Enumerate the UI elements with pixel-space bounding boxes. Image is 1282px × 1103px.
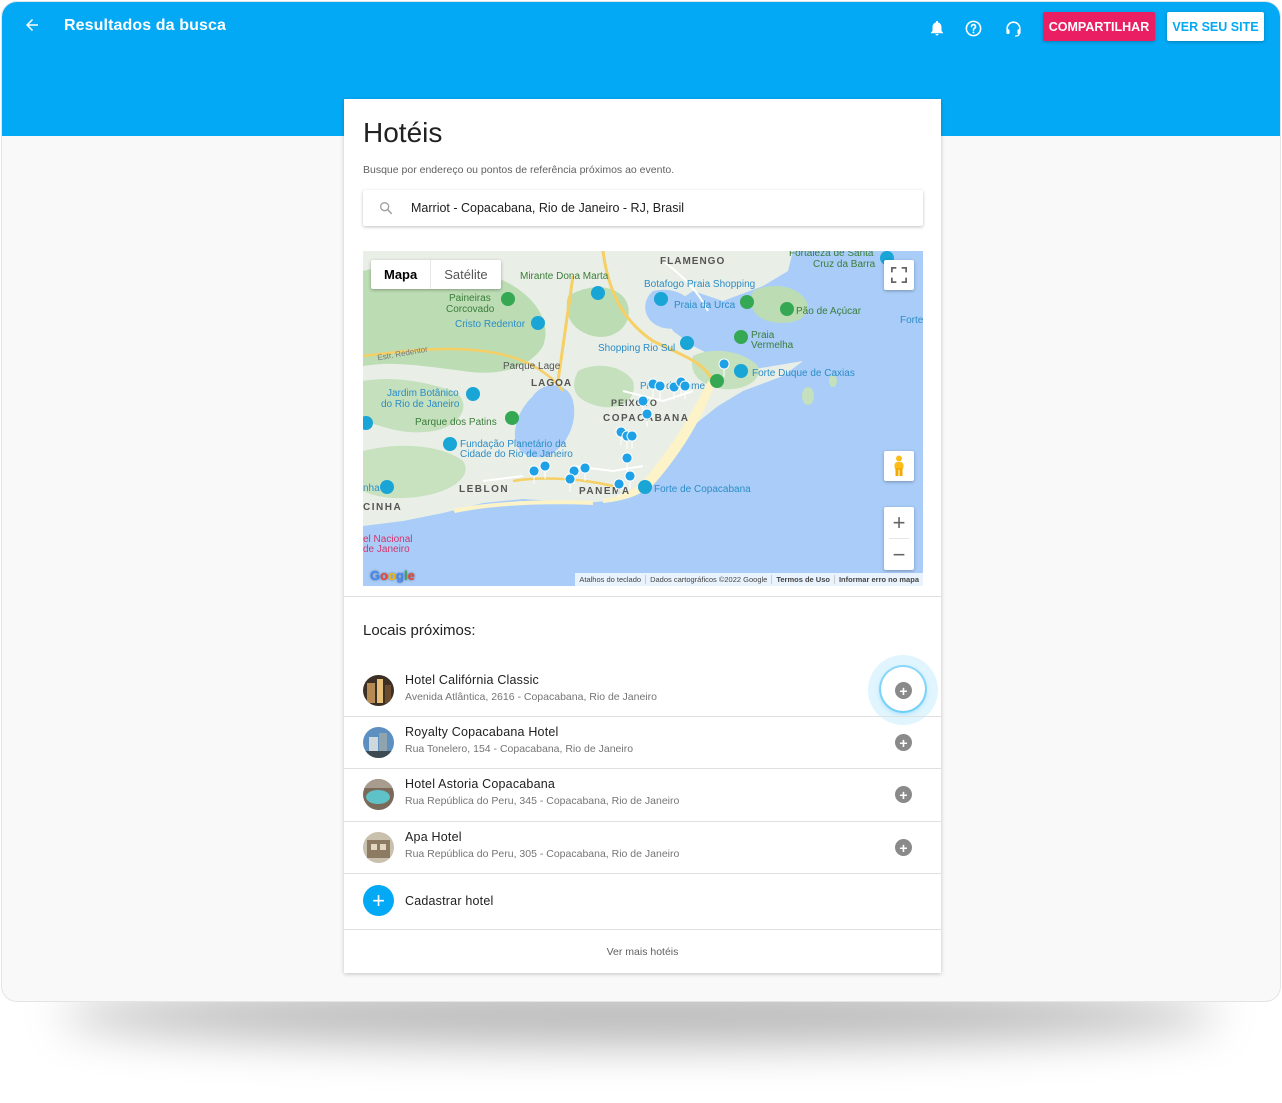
avatar [363, 727, 394, 758]
share-button[interactable]: COMPARTILHAR [1043, 12, 1155, 41]
item-name: Hotel Astoria Copacabana [405, 777, 556, 791]
card-subtitle: Busque por endereço ou pontos de referên… [363, 164, 675, 176]
item-address: Avenida Atlântica, 2616 - Copacabana, Ri… [405, 691, 657, 703]
list-item[interactable]: Hotel Astoria Copacabana Rua República d… [344, 769, 941, 821]
add-icon[interactable]: + [363, 885, 394, 916]
search-input[interactable] [411, 190, 911, 226]
avatar [363, 779, 394, 810]
map-type-satellite-button[interactable]: Satélite [430, 260, 500, 289]
register-hotel-label[interactable]: Cadastrar hotel [405, 894, 493, 908]
page-title: Resultados da busca [64, 17, 226, 34]
add-circle-icon[interactable]: + [895, 839, 912, 856]
terms-link[interactable]: Termos de Uso [771, 575, 834, 584]
help-icon[interactable] [962, 17, 984, 39]
map-type-map-button[interactable]: Mapa [371, 260, 430, 289]
list-item[interactable]: Royalty Copacabana Hotel Rua Tonelero, 1… [344, 717, 941, 769]
avatar [363, 832, 394, 863]
list-item[interactable]: Hotel Califórnia Classic Avenida Atlânti… [344, 655, 941, 725]
list-item[interactable]: Apa Hotel Rua República do Peru, 305 - C… [344, 822, 941, 874]
divider [344, 596, 941, 597]
add-circle-icon[interactable]: + [895, 682, 912, 699]
zoom-in-button[interactable]: + [884, 507, 914, 538]
item-address: Rua República do Peru, 345 - Copacabana,… [405, 795, 680, 807]
card-title: Hotéis [363, 117, 443, 148]
add-circle-icon[interactable]: + [895, 786, 912, 803]
map-attribution: Atalhos do teclado Dados cartográficos ©… [575, 573, 923, 586]
report-error-link[interactable]: Informar erro no mapa [833, 575, 923, 584]
item-name: Hotel Califórnia Classic [405, 673, 540, 687]
map-view[interactable]: FLAMENGO Fortaleza de Santa Cruz da Barr… [363, 251, 923, 586]
item-name: Apa Hotel [405, 830, 462, 844]
bell-icon[interactable] [926, 17, 948, 39]
hotels-card: Hotéis Busque por endereço ou pontos de … [344, 99, 941, 973]
map-data-text: Dados cartográficos ©2022 Google [645, 575, 771, 584]
avatar [363, 675, 394, 706]
nearby-title: Locais próximos: [363, 622, 476, 639]
search-box [363, 190, 923, 226]
headset-icon[interactable] [1002, 17, 1024, 39]
search-icon [378, 200, 394, 221]
keyboard-shortcuts-link[interactable]: Atalhos do teclado [575, 575, 645, 584]
item-address: Rua República do Peru, 305 - Copacabana,… [405, 848, 680, 860]
back-arrow-icon[interactable] [21, 16, 43, 38]
view-site-button[interactable]: VER SEU SITE [1167, 12, 1264, 41]
map-pins [363, 251, 894, 498]
app-window: Resultados da busca COMPARTILHAR VER SEU… [1, 1, 1281, 1002]
pegman-icon[interactable] [884, 451, 914, 481]
item-name: Royalty Copacabana Hotel [405, 725, 559, 739]
item-address: Rua Tonelero, 154 - Copacabana, Rio de J… [405, 743, 634, 755]
google-logo: Google [370, 568, 415, 583]
zoom-out-button[interactable]: − [884, 539, 914, 570]
fullscreen-icon[interactable] [884, 260, 914, 290]
see-more-hotels-link[interactable]: Ver mais hotéis [344, 930, 941, 973]
add-circle-icon[interactable]: + [895, 734, 912, 751]
map-type-control: Mapa Satélite [371, 260, 501, 289]
zoom-control: + − [884, 507, 914, 570]
register-hotel-row[interactable]: + Cadastrar hotel [344, 874, 941, 929]
